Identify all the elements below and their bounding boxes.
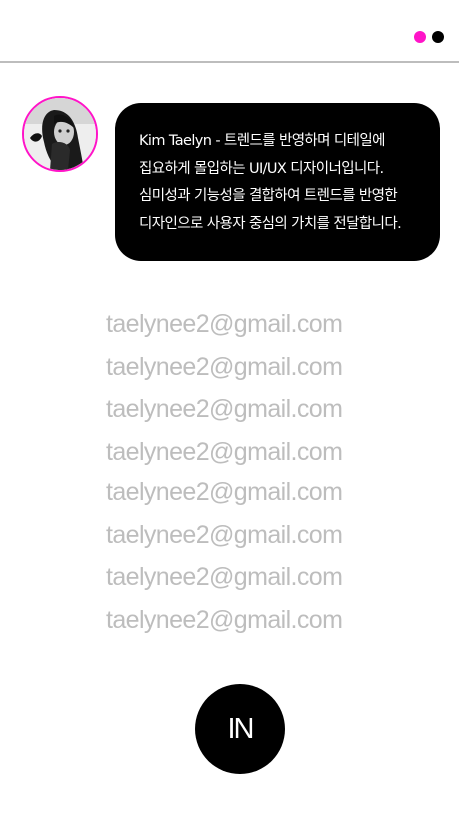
bio-bubble: Kim Taelyn - 트렌드를 반영하며 디테일에 집요하게 몰입하는 UI… — [115, 103, 440, 261]
in-button[interactable]: IN — [195, 684, 285, 774]
email-link[interactable]: taelynee2@gmail.com — [106, 434, 343, 470]
email-link[interactable]: taelynee2@gmail.com — [106, 391, 343, 427]
black-dot-indicator[interactable] — [432, 31, 444, 43]
email-link[interactable]: taelynee2@gmail.com — [106, 349, 343, 385]
profile-photo-icon — [24, 98, 96, 170]
email-link[interactable]: taelynee2@gmail.com — [106, 474, 343, 510]
email-link[interactable]: taelynee2@gmail.com — [106, 306, 343, 342]
page: Kim Taelyn - 트렌드를 반영하며 디테일에 집요하게 몰입하는 UI… — [0, 0, 459, 814]
header — [0, 0, 459, 63]
avatar — [22, 96, 98, 172]
pink-dot-indicator[interactable] — [414, 31, 426, 43]
email-link[interactable]: taelynee2@gmail.com — [106, 559, 343, 595]
bio-line: 집요하게 몰입하는 UI/UX 디자이너입니다. — [139, 160, 384, 177]
bio-line: 심미성과 기능성을 결합하여 트렌드를 반영한 — [139, 188, 398, 204]
bio-line: Kim Taelyn - 트렌드를 반영하며 디테일에 — [139, 133, 385, 149]
email-link[interactable]: taelynee2@gmail.com — [106, 602, 343, 638]
email-link[interactable]: taelynee2@gmail.com — [106, 517, 343, 553]
bio-line: 디자인으로 사용자 중심의 가치를 전달합니다. — [139, 215, 402, 232]
